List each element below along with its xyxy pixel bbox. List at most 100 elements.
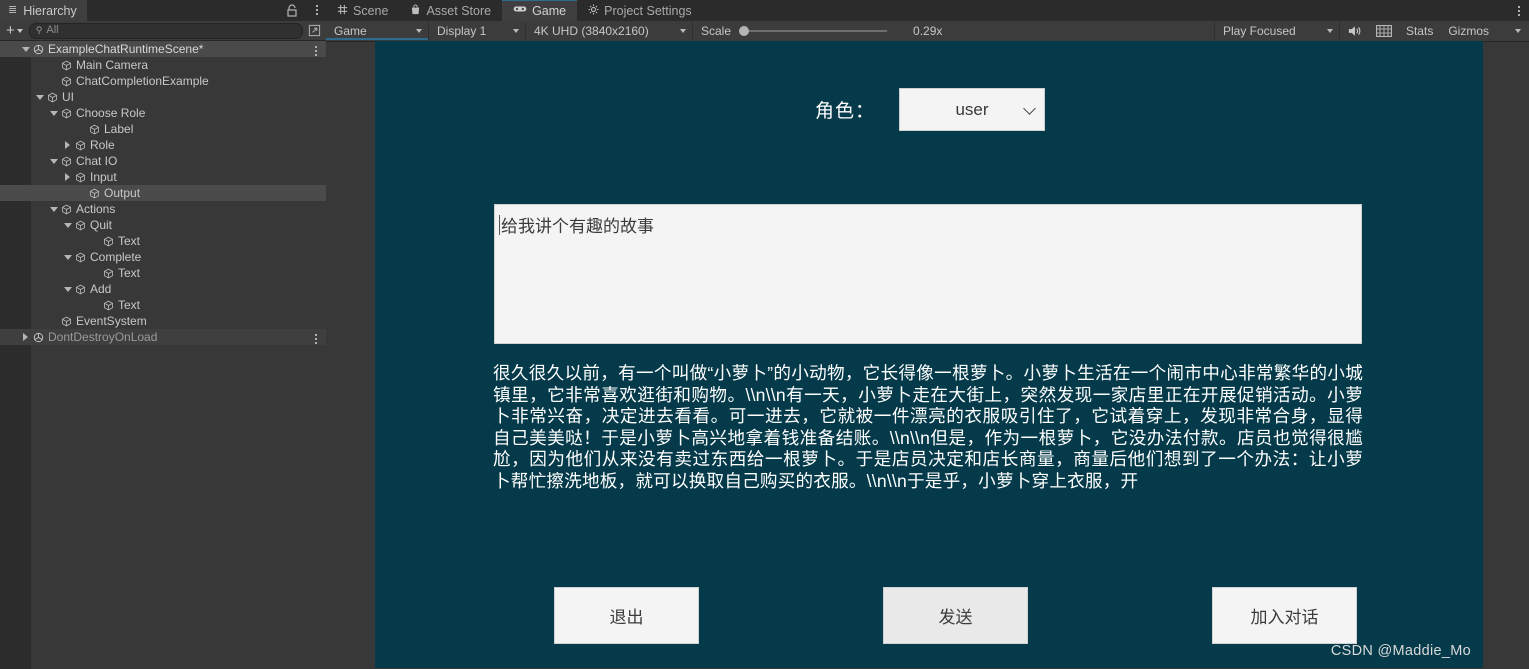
hierarchy-item-text[interactable]: Text bbox=[0, 265, 326, 281]
resolution-value: 4K UHD (3840x2160) bbox=[534, 24, 649, 38]
object-icon bbox=[59, 156, 73, 167]
expand-toggle-icon[interactable] bbox=[62, 254, 73, 260]
play-mode-dropdown[interactable]: Play Focused bbox=[1213, 22, 1340, 40]
hierarchy-item-ui[interactable]: UI bbox=[0, 89, 326, 105]
hierarchy-item-input[interactable]: Input bbox=[0, 169, 326, 185]
tab-label: Project Settings bbox=[604, 3, 692, 18]
tab-hierarchy-label: Hierarchy bbox=[23, 3, 77, 18]
chevron-down-icon bbox=[680, 29, 686, 33]
scale-label: Scale bbox=[701, 24, 732, 38]
game-panel-menu-icon[interactable] bbox=[1518, 5, 1520, 16]
hierarchy-item-label: Label bbox=[104, 122, 134, 136]
hierarchy-item-chat-io[interactable]: Chat IO bbox=[0, 153, 326, 169]
hierarchy-item-label: Output bbox=[104, 186, 141, 200]
scale-control[interactable]: Scale 0.29x bbox=[693, 24, 950, 38]
aspect-overlay-button[interactable] bbox=[1369, 22, 1399, 40]
hierarchy-item-text[interactable]: Text bbox=[0, 233, 326, 249]
expand-toggle-icon[interactable] bbox=[48, 158, 59, 164]
hierarchy-item-add[interactable]: Add bbox=[0, 281, 326, 297]
scene-icon bbox=[31, 332, 45, 343]
hierarchy-item-actions[interactable]: Actions bbox=[0, 201, 326, 217]
search-expand-icon[interactable] bbox=[307, 23, 322, 38]
game-view-render-area[interactable]: 角色： user 给我讲个有趣的故事 很久很久以前，有一个叫做“小萝卜”的小动物… bbox=[375, 41, 1483, 668]
expand-toggle-icon[interactable] bbox=[62, 222, 73, 228]
hierarchy-item-dontdestroyonload[interactable]: DontDestroyOnLoad bbox=[0, 329, 326, 345]
object-icon bbox=[45, 92, 59, 103]
object-icon bbox=[73, 284, 87, 295]
row-menu-icon[interactable] bbox=[315, 46, 317, 56]
stats-button[interactable]: Stats bbox=[1399, 22, 1440, 40]
send-button[interactable]: 发送 bbox=[883, 587, 1028, 644]
hierarchy-item-text[interactable]: Text bbox=[0, 297, 326, 313]
hierarchy-item-label: Add bbox=[90, 282, 112, 296]
hierarchy-item-chatcompletionexample[interactable]: ChatCompletionExample bbox=[0, 73, 326, 89]
expand-toggle-icon[interactable] bbox=[48, 206, 59, 212]
object-icon bbox=[73, 220, 87, 231]
hierarchy-toolbar: + ⚲ All bbox=[0, 21, 326, 41]
mute-audio-button[interactable] bbox=[1340, 22, 1369, 40]
game-panel: Scene Asset Store Game Project Settings Gam… bbox=[326, 0, 1529, 668]
expand-toggle-icon[interactable] bbox=[62, 141, 73, 149]
tab-label: Game bbox=[532, 3, 567, 18]
hierarchy-item-choose-role[interactable]: Choose Role bbox=[0, 105, 326, 121]
action-button-row: 退出 发送 加入对话 bbox=[375, 587, 1483, 644]
hierarchy-item-label: Actions bbox=[76, 202, 116, 216]
hierarchy-item-label: Text bbox=[118, 266, 141, 280]
view-mode-value: Game bbox=[334, 24, 367, 38]
chevron-down-icon bbox=[416, 29, 422, 33]
object-icon bbox=[59, 316, 73, 327]
tab-game[interactable]: Game bbox=[502, 0, 578, 21]
object-icon bbox=[73, 252, 87, 263]
tab-label: Asset Store bbox=[426, 3, 492, 18]
expand-toggle-icon[interactable] bbox=[20, 46, 31, 52]
hierarchy-item-eventsystem[interactable]: EventSystem bbox=[0, 313, 326, 329]
resolution-dropdown[interactable]: 4K UHD (3840x2160) bbox=[526, 22, 693, 40]
expand-toggle-icon[interactable] bbox=[48, 110, 59, 116]
role-dropdown[interactable]: user bbox=[899, 88, 1046, 131]
gizmos-dropdown[interactable]: Gizmos bbox=[1440, 22, 1529, 40]
gamepad-icon bbox=[513, 4, 527, 17]
hierarchy-item-label: Chat IO bbox=[76, 154, 118, 168]
tab-project-settings[interactable]: Project Settings bbox=[577, 0, 703, 21]
expand-toggle-icon[interactable] bbox=[62, 173, 73, 181]
quit-button-label: 退出 bbox=[609, 608, 644, 627]
row-menu-icon[interactable] bbox=[315, 334, 317, 344]
hierarchy-panel: ≣ Hierarchy + ⚲ All ExampleChatRuntimeSc… bbox=[0, 0, 326, 669]
hierarchy-search-input[interactable]: ⚲ All bbox=[28, 22, 303, 39]
hierarchy-item-label: DontDestroyOnLoad bbox=[48, 330, 158, 344]
scale-slider[interactable] bbox=[739, 26, 888, 36]
hierarchy-item-quit[interactable]: Quit bbox=[0, 217, 326, 233]
hierarchy-item-label: Text bbox=[118, 298, 141, 312]
hierarchy-item-role[interactable]: Role bbox=[0, 137, 326, 153]
add-gameobject-button[interactable]: + bbox=[4, 23, 25, 38]
tab-asset-store[interactable]: Asset Store bbox=[399, 0, 502, 21]
scale-slider-knob[interactable] bbox=[739, 26, 750, 36]
hierarchy-tree[interactable]: ExampleChatRuntimeScene* Main Camera ChatC… bbox=[0, 41, 326, 669]
object-icon bbox=[87, 124, 101, 135]
bag-icon bbox=[410, 4, 421, 18]
hierarchy-item-label[interactable]: Label bbox=[0, 121, 326, 137]
grid-overlay-icon bbox=[1376, 25, 1392, 37]
editor-tabbar: Scene Asset Store Game Project Settings bbox=[326, 0, 1529, 21]
display-dropdown[interactable]: Display 1 bbox=[429, 22, 526, 40]
hierarchy-menu-icon[interactable] bbox=[316, 5, 318, 15]
expand-toggle-icon[interactable] bbox=[20, 333, 31, 341]
hierarchy-item-label: Input bbox=[90, 170, 117, 184]
add-chat-button[interactable]: 加入对话 bbox=[1212, 587, 1357, 644]
hierarchy-item-main-camera[interactable]: Main Camera bbox=[0, 57, 326, 73]
tab-scene[interactable]: Scene bbox=[326, 0, 399, 21]
chat-input-field[interactable]: 给我讲个有趣的故事 bbox=[494, 204, 1362, 344]
gizmos-label: Gizmos bbox=[1448, 24, 1489, 38]
chat-output-text: 很久很久以前，有一个叫做“小萝卜”的小动物，它长得像一根萝卜。小萝卜生活在一个闹… bbox=[493, 363, 1363, 491]
tab-hierarchy[interactable]: ≣ Hierarchy bbox=[0, 0, 87, 21]
hierarchy-item-examplechatruntimescene[interactable]: ExampleChatRuntimeScene* bbox=[0, 41, 326, 57]
object-icon bbox=[101, 268, 115, 279]
quit-button[interactable]: 退出 bbox=[554, 587, 699, 644]
hierarchy-item-output[interactable]: Output bbox=[0, 185, 326, 201]
expand-toggle-icon[interactable] bbox=[62, 286, 73, 292]
hierarchy-item-complete[interactable]: Complete bbox=[0, 249, 326, 265]
expand-toggle-icon[interactable] bbox=[34, 94, 45, 100]
lock-icon[interactable] bbox=[286, 4, 298, 17]
view-mode-dropdown[interactable]: Game bbox=[326, 22, 429, 40]
search-icon: ⚲ bbox=[35, 25, 43, 35]
